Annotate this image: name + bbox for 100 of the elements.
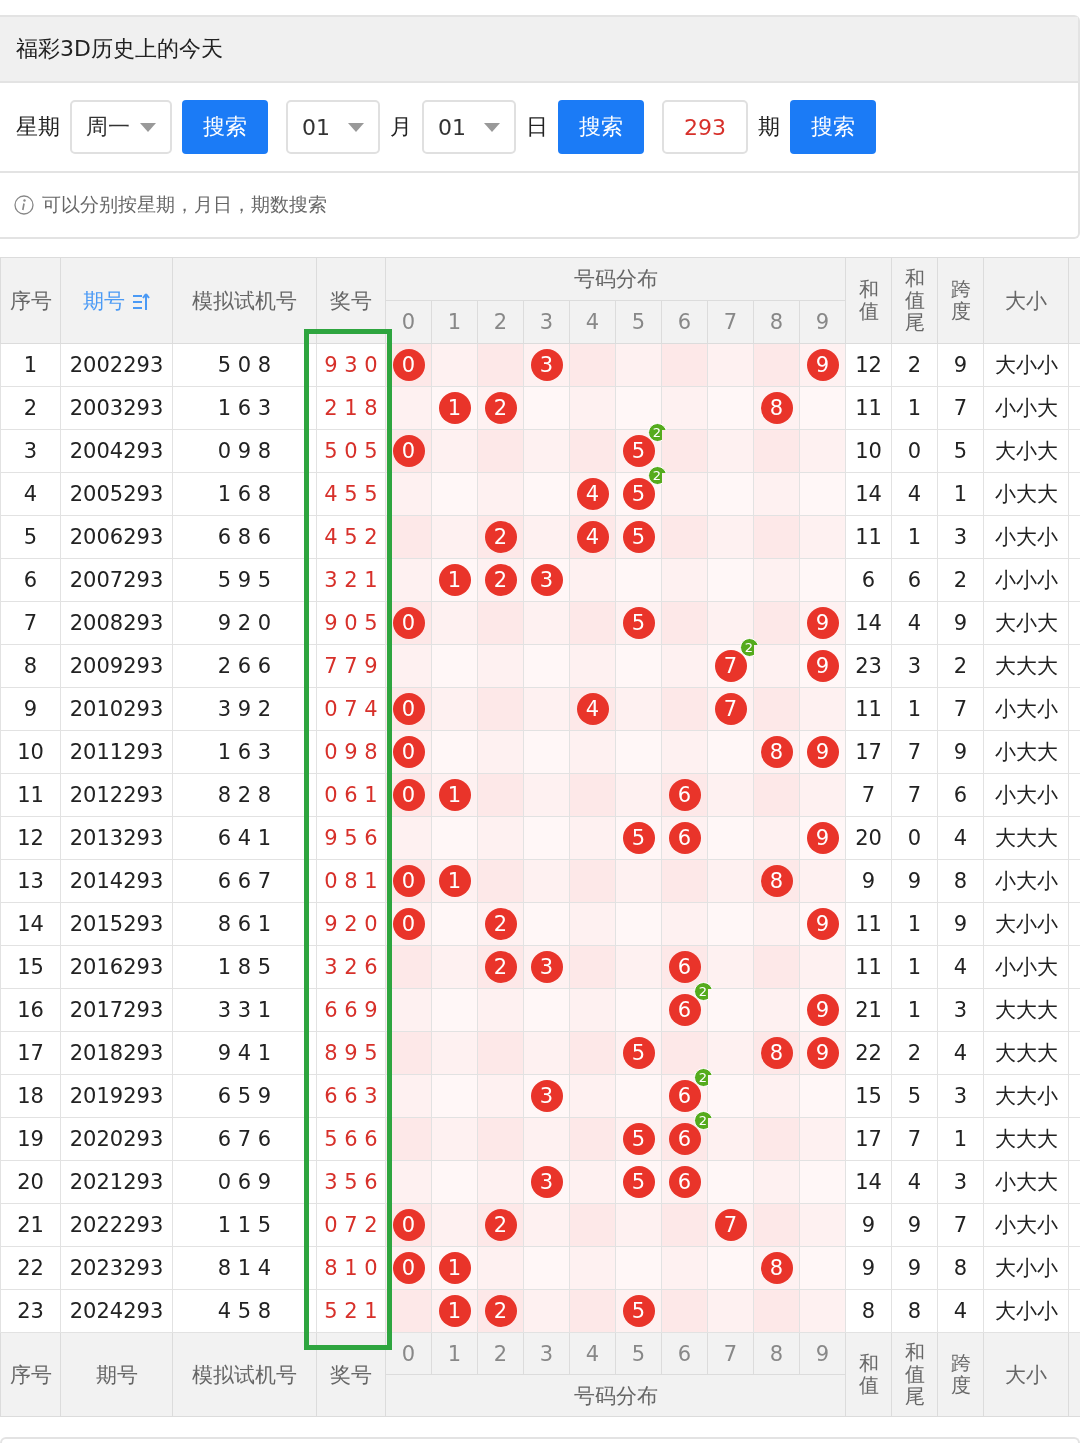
- table-cell: 12: [845, 343, 892, 387]
- number-ball: 5: [622, 822, 655, 854]
- table-cell: 2003293: [60, 386, 173, 430]
- column-header: 3: [523, 1332, 570, 1375]
- table-cell: 1: [891, 386, 938, 430]
- column-header[interactable]: 模拟试机号: [172, 257, 317, 344]
- table-cell: [707, 472, 754, 516]
- table-cell: 2016293: [60, 945, 173, 989]
- table-cell: [523, 1246, 570, 1290]
- table-cell: 6: [937, 773, 984, 817]
- search-button[interactable]: 搜索: [182, 100, 268, 154]
- table-cell: 2023293: [60, 1246, 173, 1290]
- table-cell: 1: [0, 343, 61, 387]
- table-cell: [753, 472, 800, 516]
- table-cell: 2: [891, 1031, 938, 1075]
- table-cell: 大大大: [983, 1031, 1069, 1075]
- month-select[interactable]: 01: [286, 100, 380, 154]
- table-cell: 9: [845, 1246, 892, 1290]
- search-button[interactable]: 搜索: [558, 100, 644, 154]
- table-cell: 11: [0, 773, 61, 817]
- table-cell: 15: [0, 945, 61, 989]
- table-cell: [799, 1117, 846, 1161]
- table-cell: [431, 988, 478, 1032]
- hint-text: 可以分别按星期，月日，期数搜索: [42, 192, 327, 217]
- number-ball: 9: [806, 994, 839, 1026]
- column-header: 模拟试机号: [172, 1332, 317, 1417]
- dropdown-caret-icon: [140, 122, 156, 132]
- issue-input[interactable]: 293: [662, 100, 748, 154]
- table-cell: 小小大: [983, 945, 1069, 989]
- table-cell: 18: [0, 1074, 61, 1118]
- table-cell: 大大大: [983, 816, 1069, 860]
- column-header: 2: [477, 1332, 524, 1375]
- table-cell: 14: [845, 472, 892, 516]
- table-cell: 1 8 5: [172, 945, 317, 989]
- table-cell: 2010293: [60, 687, 173, 731]
- table-cell: 1 1 5: [172, 1203, 317, 1247]
- table-cell: 大小小: [983, 343, 1069, 387]
- table-cell: [707, 515, 754, 559]
- sort-icon: [130, 291, 151, 312]
- table-cell: 9: [845, 859, 892, 903]
- column-header[interactable]: 奖号: [316, 257, 386, 344]
- column-header: 和值尾: [891, 1332, 938, 1417]
- table-cell: 小大小: [983, 1203, 1069, 1247]
- table-cell: 大小大: [983, 429, 1069, 473]
- table-cell: 0 6 1: [316, 773, 386, 817]
- table-cell: 11: [845, 386, 892, 430]
- table-cell: 1: [891, 687, 938, 731]
- column-header: 4: [569, 1332, 616, 1375]
- table-cell: 大大大: [983, 988, 1069, 1032]
- number-ball: 2: [484, 951, 517, 983]
- table-cell: 23: [845, 644, 892, 688]
- table-cell: [753, 558, 800, 602]
- table-cell: 2: [937, 644, 984, 688]
- table-cell: 0: [891, 429, 938, 473]
- number-ball: 3: [530, 951, 563, 983]
- table-cell: [707, 902, 754, 946]
- table-cell: 0 7 4: [316, 687, 386, 731]
- column-header[interactable]: 期号: [60, 257, 173, 344]
- table-cell: 0 9 8: [172, 429, 317, 473]
- table-cell: [431, 1074, 478, 1118]
- number-ball: 2: [484, 521, 517, 553]
- table-cell: 3: [937, 1160, 984, 1204]
- table-cell: 2007293: [60, 558, 173, 602]
- number-ball: 9: [806, 650, 839, 682]
- table-cell: 9 2 0: [316, 902, 386, 946]
- number-ball: 9: [806, 349, 839, 381]
- table-cell: 4 5 2: [316, 515, 386, 559]
- table-cell: 2024293: [60, 1289, 173, 1333]
- column-header: 和值: [845, 1332, 892, 1417]
- table-cell: 8 1 0: [316, 1246, 386, 1290]
- number-ball: 9: [806, 908, 839, 940]
- number-ball: 5: [622, 1166, 655, 1198]
- table-cell: 9 3 0: [316, 343, 386, 387]
- search-button[interactable]: 搜索: [790, 100, 876, 154]
- table-cell: 20: [845, 816, 892, 860]
- number-ball: 8: [760, 1252, 793, 1284]
- table-cell: 21: [845, 988, 892, 1032]
- column-header: 2: [477, 300, 524, 344]
- number-ball: 9: [806, 736, 839, 768]
- table-cell: 2022293: [60, 1203, 173, 1247]
- table-cell: [661, 343, 708, 387]
- info-icon: [14, 195, 34, 215]
- table-cell: 22: [0, 1246, 61, 1290]
- table-cell: [569, 1203, 616, 1247]
- column-header[interactable]: 序号: [0, 257, 61, 344]
- weekday-select[interactable]: 周一: [70, 100, 172, 154]
- column-header: 8: [753, 300, 800, 344]
- day-select[interactable]: 01: [422, 100, 516, 154]
- table-cell: 8 9 5: [316, 1031, 386, 1075]
- table-cell: 9 4 1: [172, 1031, 317, 1075]
- field-label: 期: [758, 113, 780, 141]
- table-cell: 2004293: [60, 429, 173, 473]
- table-cell: [707, 1289, 754, 1333]
- table-cell: 9: [891, 1203, 938, 1247]
- table-cell: 2019293: [60, 1074, 173, 1118]
- number-ball: 8: [760, 1037, 793, 1069]
- number-ball: 8: [760, 736, 793, 768]
- table-cell: 7: [891, 1117, 938, 1161]
- table-cell: 3: [937, 515, 984, 559]
- number-ball: 4: [576, 521, 609, 553]
